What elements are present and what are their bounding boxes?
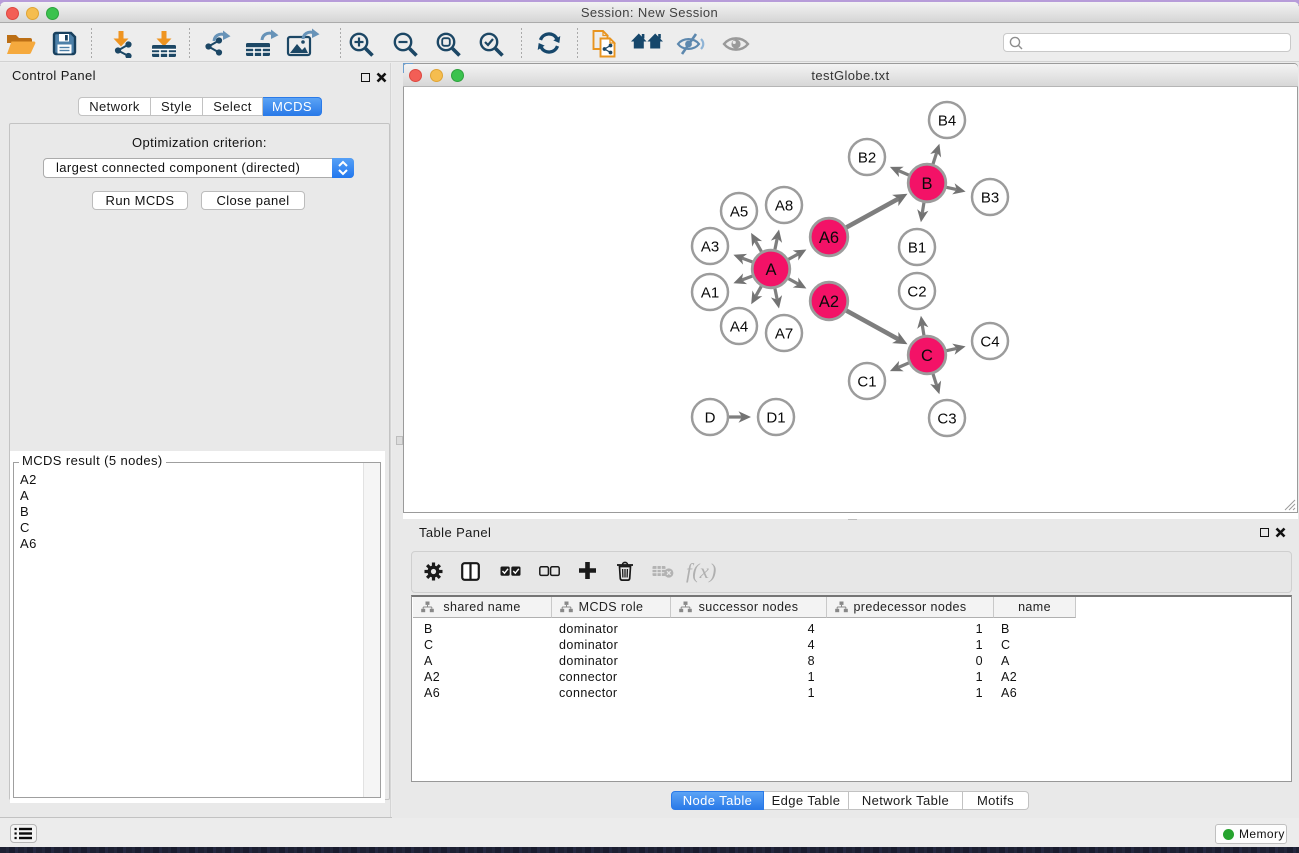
svg-text:B2: B2 [858, 150, 876, 167]
svg-text:A4: A4 [730, 319, 748, 336]
svg-text:A5: A5 [730, 204, 748, 221]
svg-text:A: A [765, 261, 776, 279]
svg-text:B3: B3 [981, 190, 999, 207]
svg-text:B4: B4 [938, 113, 956, 130]
svg-text:A6: A6 [819, 229, 839, 247]
svg-text:C: C [921, 347, 933, 365]
svg-text:D1: D1 [766, 410, 785, 427]
svg-text:A3: A3 [701, 239, 719, 256]
svg-text:C1: C1 [857, 374, 876, 391]
svg-text:A7: A7 [775, 326, 793, 343]
svg-text:B1: B1 [908, 240, 926, 257]
svg-text:C3: C3 [937, 411, 956, 428]
svg-text:D: D [705, 410, 716, 427]
svg-text:A2: A2 [819, 293, 839, 311]
svg-text:C2: C2 [907, 284, 926, 301]
svg-text:B: B [921, 175, 932, 193]
svg-text:C4: C4 [980, 334, 999, 351]
svg-text:A8: A8 [775, 198, 793, 215]
svg-text:A1: A1 [701, 285, 719, 302]
